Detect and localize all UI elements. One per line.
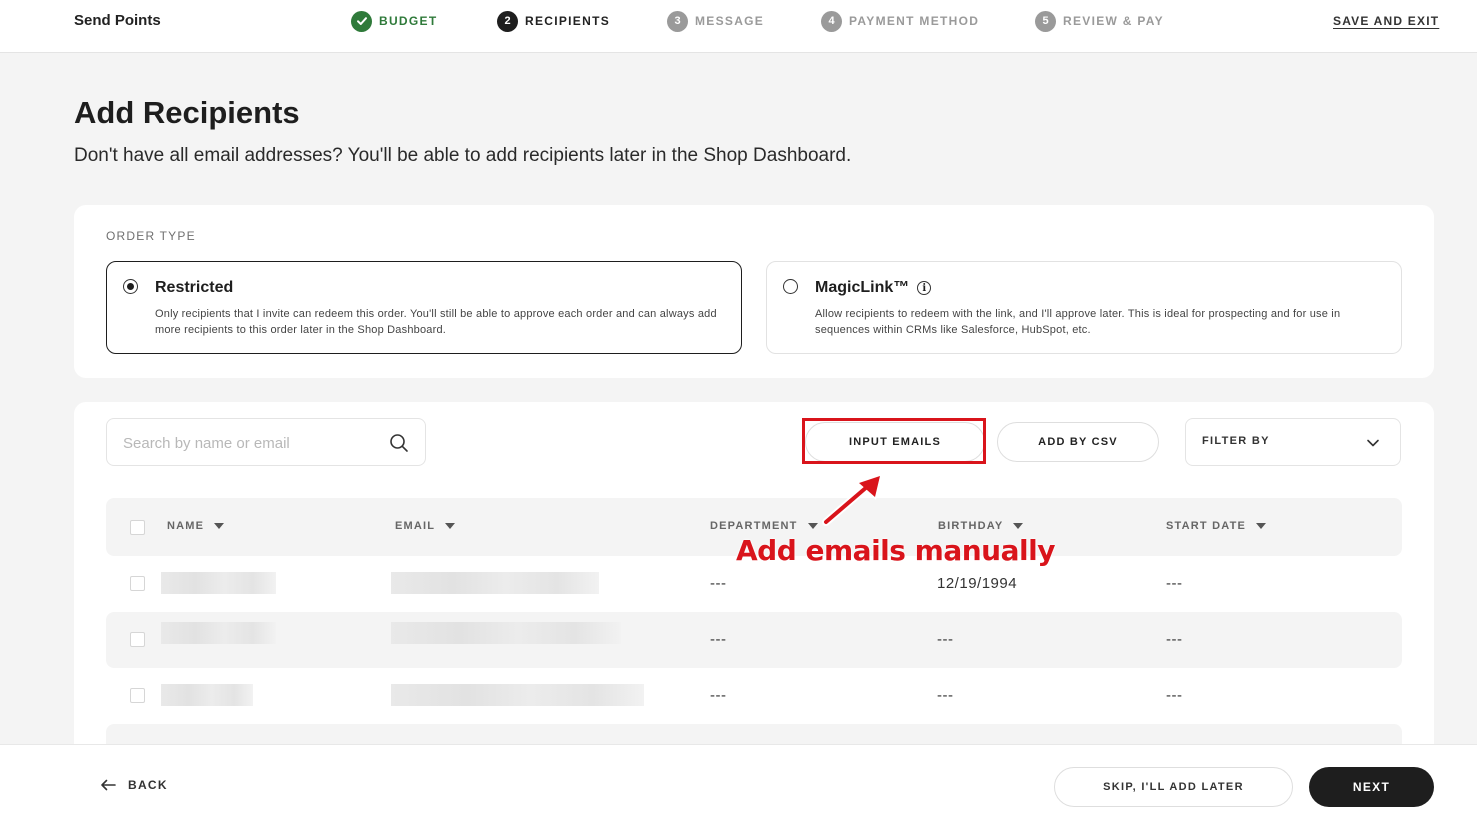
row-checkbox[interactable] <box>130 576 145 591</box>
department-cell: --- <box>710 575 727 592</box>
input-emails-button[interactable]: INPUT EMAILS <box>805 422 985 462</box>
footer-bar: BACK SKIP, I'LL ADD LATER NEXT <box>0 744 1477 827</box>
step-recipients[interactable]: 2 RECIPIENTS <box>497 10 610 32</box>
step-message[interactable]: 3 MESSAGE <box>667 10 764 32</box>
column-birthday[interactable]: BIRTHDAY <box>938 520 1024 532</box>
column-label: START DATE <box>1166 520 1247 532</box>
sort-caret-icon <box>214 523 225 529</box>
sort-caret-icon <box>807 523 818 529</box>
sort-caret-icon <box>1256 523 1267 529</box>
column-label: DEPARTMENT <box>710 520 798 532</box>
order-type-label: ORDER TYPE <box>106 229 196 243</box>
option-title: Restricted <box>155 279 233 297</box>
add-by-csv-button[interactable]: ADD BY CSV <box>997 422 1159 462</box>
step-payment-method[interactable]: 4 PAYMENT METHOD <box>821 10 979 32</box>
birthday-cell: --- <box>937 687 954 704</box>
sort-caret-icon <box>1013 523 1024 529</box>
back-label: BACK <box>128 778 168 792</box>
table-header: NAME EMAIL DEPARTMENT BIRTHDAY START DAT… <box>106 498 1402 556</box>
department-cell: --- <box>710 687 727 704</box>
order-option-magiclink[interactable]: MagicLink™ i Allow recipients to redeem … <box>766 261 1402 354</box>
brand-title: Send Points <box>74 12 161 29</box>
option-title-text: MagicLink™ <box>815 279 910 296</box>
step-number: 4 <box>821 10 842 32</box>
radio-selected-icon[interactable] <box>123 279 138 294</box>
column-label: NAME <box>167 520 205 532</box>
radio-unselected-icon[interactable] <box>783 279 798 294</box>
top-bar: Send Points BUDGET 2 RECIPIENTS 3 MESSAG… <box>0 0 1477 53</box>
row-checkbox[interactable] <box>130 688 145 703</box>
check-icon <box>351 10 372 32</box>
option-title-text: Restricted <box>155 279 234 296</box>
step-label: MESSAGE <box>695 14 765 28</box>
redacted-name <box>161 572 276 594</box>
search-input[interactable] <box>123 431 373 455</box>
chevron-down-icon <box>1367 439 1379 447</box>
table-row[interactable]: --- --- --- <box>106 668 1402 724</box>
info-icon[interactable]: i <box>917 281 932 295</box>
next-button[interactable]: NEXT <box>1309 767 1434 807</box>
column-label: BIRTHDAY <box>938 520 1004 532</box>
option-title: MagicLink™ i <box>815 279 932 297</box>
step-label: REVIEW & PAY <box>1063 14 1164 28</box>
redacted-email <box>391 684 644 706</box>
redacted-email <box>391 572 599 594</box>
step-number: 2 <box>497 10 518 32</box>
table-row[interactable]: --- 12/19/1994 --- <box>106 556 1402 612</box>
sort-caret-icon <box>445 523 456 529</box>
back-button[interactable]: BACK <box>100 778 168 792</box>
column-start-date[interactable]: START DATE <box>1166 520 1267 532</box>
step-budget[interactable]: BUDGET <box>351 10 437 32</box>
filter-label: FILTER BY <box>1202 435 1270 447</box>
row-checkbox[interactable] <box>130 632 145 647</box>
search-box[interactable] <box>106 418 426 466</box>
table-row[interactable]: --- --- --- <box>106 612 1402 668</box>
page-title: Add Recipients <box>74 95 300 130</box>
skip-add-later-button[interactable]: SKIP, I'LL ADD LATER <box>1054 767 1293 807</box>
step-number: 5 <box>1035 10 1056 32</box>
column-email[interactable]: EMAIL <box>395 520 456 532</box>
arrow-left-icon <box>101 779 116 791</box>
birthday-cell: 12/19/1994 <box>937 575 1018 592</box>
start-date-cell: --- <box>1166 575 1183 592</box>
select-all-checkbox[interactable] <box>130 520 145 535</box>
redacted-name <box>161 622 276 644</box>
page-subtitle: Don't have all email addresses? You'll b… <box>74 145 852 166</box>
department-cell: --- <box>710 631 727 648</box>
column-label: EMAIL <box>395 520 436 532</box>
start-date-cell: --- <box>1166 631 1183 648</box>
step-number: 3 <box>667 10 688 32</box>
order-option-restricted[interactable]: Restricted Only recipients that I invite… <box>106 261 742 354</box>
step-review-pay[interactable]: 5 REVIEW & PAY <box>1035 10 1164 32</box>
column-name[interactable]: NAME <box>167 520 225 532</box>
option-description: Allow recipients to redeem with the link… <box>815 308 1341 336</box>
step-label: PAYMENT METHOD <box>849 14 980 28</box>
start-date-cell: --- <box>1166 687 1183 704</box>
step-label: RECIPIENTS <box>525 14 611 28</box>
filter-by-dropdown[interactable]: FILTER BY <box>1185 418 1401 466</box>
step-label: BUDGET <box>379 14 438 28</box>
order-type-card: ORDER TYPE Restricted Only recipients th… <box>74 205 1434 378</box>
option-description: Only recipients that I invite can redeem… <box>155 308 717 336</box>
column-department[interactable]: DEPARTMENT <box>710 520 818 532</box>
save-and-exit-link[interactable]: SAVE AND EXIT <box>1333 14 1439 28</box>
recipients-card: INPUT EMAILS ADD BY CSV FILTER BY NAME E… <box>74 402 1434 762</box>
redacted-email <box>391 622 621 644</box>
search-icon[interactable] <box>389 433 409 453</box>
birthday-cell: --- <box>937 631 954 648</box>
redacted-name <box>161 684 253 706</box>
